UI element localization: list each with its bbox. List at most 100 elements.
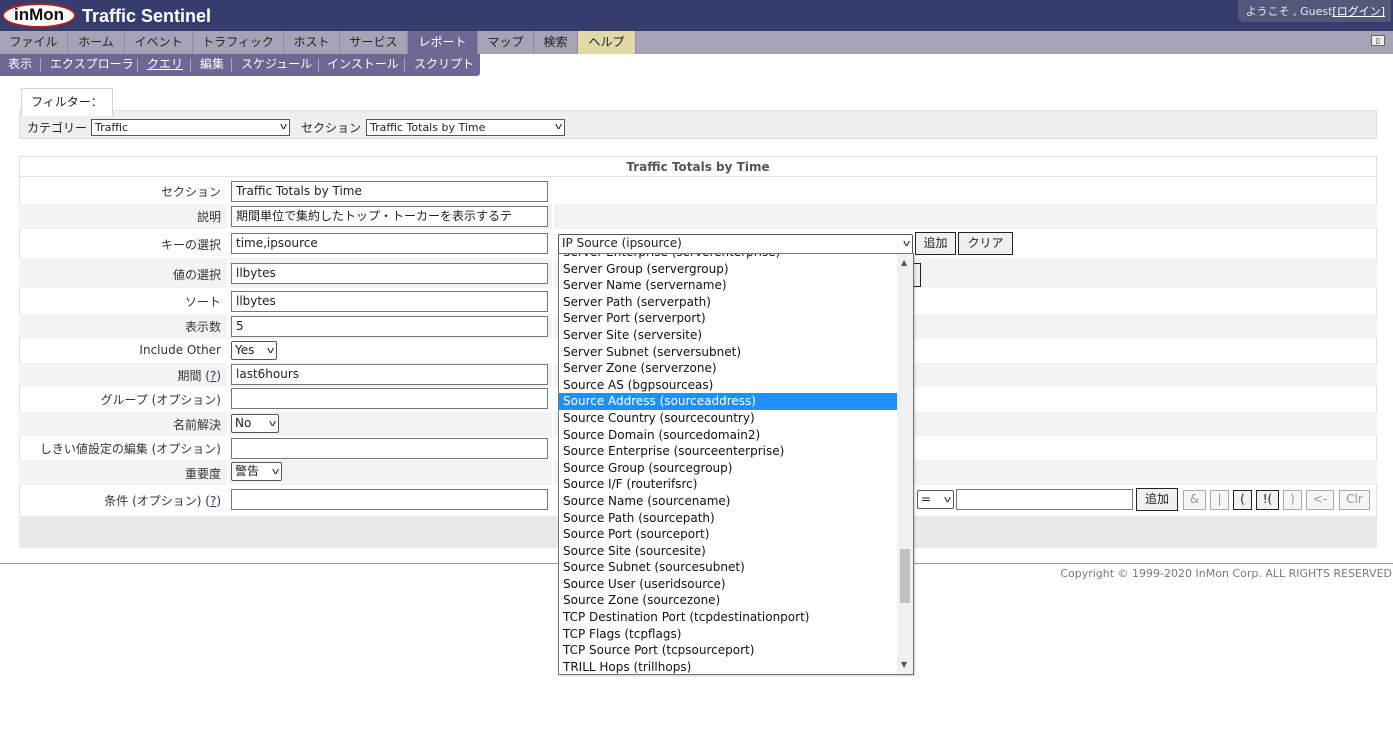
submenu-edit[interactable]: 編集: [200, 57, 224, 72]
separator: [190, 58, 191, 72]
separator: [318, 58, 319, 72]
dropdown-option[interactable]: Source Name (sourcename): [559, 493, 897, 510]
dropdown-option[interactable]: Source AS (bgpsourceas): [559, 377, 897, 394]
menu-home[interactable]: ホーム: [68, 31, 125, 54]
dropdown-option[interactable]: Source User (useridsource): [559, 576, 897, 593]
not-open-paren-button[interactable]: !(: [1256, 490, 1279, 510]
menu-search[interactable]: 検索: [534, 31, 578, 54]
menu-maps[interactable]: マップ: [478, 31, 534, 54]
dropdown-option[interactable]: Server Path (serverpath): [559, 294, 897, 311]
scroll-up-icon[interactable]: ▲: [901, 258, 907, 267]
layout-toggle-icon[interactable]: ▯: [1371, 35, 1385, 46]
category-value: Traffic: [95, 121, 129, 134]
submenu-schedule[interactable]: スケジュール: [241, 57, 312, 72]
group-input[interactable]: [231, 388, 548, 409]
section-select[interactable]: Traffic Totals by Time v: [366, 119, 565, 136]
keys-input[interactable]: time,ipsource: [231, 233, 548, 254]
dropdown-option[interactable]: Server Site (serversite): [559, 327, 897, 344]
section-filter-label: セクション: [301, 121, 362, 135]
add-condition-button[interactable]: 追加: [1136, 488, 1178, 511]
dropdown-option[interactable]: Source Enterprise (sourceenterprise): [559, 443, 897, 460]
dropdown-option[interactable]: Source Site (sourcesite): [559, 543, 897, 560]
dropdown-option[interactable]: Source Group (sourcegroup): [559, 460, 897, 477]
dropdown-option[interactable]: TCP Destination Port (tcpdestinationport…: [559, 609, 897, 626]
welcome-area: ようこそ , Guest[ログイン]: [1237, 0, 1391, 22]
submenu-view[interactable]: 表示: [8, 57, 32, 72]
dropdown-options: Server Enterprise (serverenterprise)Serv…: [559, 254, 897, 674]
separator: [137, 58, 138, 72]
dropdown-option[interactable]: TRILL Hops (trillhops): [559, 659, 897, 674]
count-input[interactable]: 5: [231, 316, 548, 337]
chevron-down-icon: v: [266, 346, 275, 356]
chevron-down-icon: v: [554, 122, 563, 132]
separator: [231, 58, 232, 72]
dropdown-option[interactable]: Source I/F (routerifsrc): [559, 476, 897, 493]
backspace-button[interactable]: <-: [1306, 490, 1334, 510]
column-divider: [552, 178, 554, 515]
key-field-dropdown[interactable]: Server Enterprise (serverenterprise)Serv…: [558, 253, 914, 675]
operator-select[interactable]: = v: [917, 490, 954, 509]
dropdown-option[interactable]: Source Domain (sourcedomain2): [559, 427, 897, 444]
dropdown-option[interactable]: Source Port (sourceport): [559, 526, 897, 543]
separator: [40, 58, 41, 72]
menu-services[interactable]: サービス: [340, 31, 408, 54]
menu-help[interactable]: ヘルプ: [578, 31, 636, 54]
menu-reports[interactable]: レポート: [408, 31, 478, 54]
dropdown-option[interactable]: Source Zone (sourcezone): [559, 592, 897, 609]
chevron-down-icon: v: [271, 467, 280, 477]
open-paren-button[interactable]: (: [1233, 490, 1252, 510]
or-button[interactable]: |: [1210, 490, 1229, 510]
condition-label-text: 条件 (オプション) (: [104, 494, 210, 508]
condition-value-input[interactable]: [956, 489, 1133, 510]
menu-file[interactable]: ファイル: [0, 31, 68, 54]
menu-traffic[interactable]: トラフィック: [193, 31, 284, 54]
dropdown-option[interactable]: Server Port (serverport): [559, 310, 897, 327]
welcome-text: ようこそ , Guest: [1245, 5, 1333, 18]
period-input[interactable]: last6hours: [231, 364, 548, 385]
dropdown-option[interactable]: Server Zone (serverzone): [559, 360, 897, 377]
dropdown-option[interactable]: Server Subnet (serversubnet): [559, 344, 897, 361]
include-other-select[interactable]: Yes v: [231, 341, 277, 360]
close-paren-button[interactable]: ): [1283, 490, 1302, 510]
submenu-script[interactable]: スクリプト: [414, 57, 474, 72]
dropdown-option[interactable]: Source Address (sourceaddress): [559, 393, 897, 410]
dropdown-option[interactable]: Source Path (sourcepath): [559, 510, 897, 527]
description-label: 説明: [196, 210, 221, 224]
dropdown-option[interactable]: Server Name (servername): [559, 277, 897, 294]
dropdown-option[interactable]: Source Country (sourcecountry): [559, 410, 897, 427]
dropdown-option[interactable]: Source Subnet (sourcesubnet): [559, 559, 897, 576]
main-menu: ファイル ホーム イベント トラフィック ホスト サービス レポート マップ 検…: [0, 31, 1393, 54]
scrollbar-thumb[interactable]: [900, 549, 910, 603]
clear-condition-button[interactable]: Clr: [1339, 490, 1370, 510]
dropdown-option[interactable]: Server Group (servergroup): [559, 261, 897, 278]
resolve-value: No: [235, 416, 252, 430]
threshold-input[interactable]: [231, 438, 548, 459]
menu-hosts[interactable]: ホスト: [284, 31, 340, 54]
and-button[interactable]: &: [1183, 490, 1206, 510]
values-input[interactable]: llbytes: [231, 263, 548, 284]
severity-select[interactable]: 警告 v: [231, 462, 282, 481]
dropdown-option[interactable]: TCP Source Port (tcpsourceport): [559, 642, 897, 659]
clear-key-button[interactable]: クリア: [958, 232, 1013, 255]
menu-events[interactable]: イベント: [125, 31, 193, 54]
submenu-explorer[interactable]: エクスプローラ: [50, 57, 134, 72]
submenu-query[interactable]: クエリ: [147, 57, 183, 72]
submenu-install[interactable]: インストール: [327, 57, 399, 72]
dropdown-option[interactable]: Server Enterprise (serverenterprise): [559, 254, 897, 261]
category-select[interactable]: Traffic v: [91, 119, 290, 136]
section-input[interactable]: Traffic Totals by Time: [231, 181, 548, 202]
description-input[interactable]: 期間単位で集約したトップ・トーカーを表示するテ: [231, 206, 548, 227]
sort-label: ソート: [184, 295, 221, 309]
condition-input[interactable]: [231, 489, 548, 510]
add-key-button[interactable]: 追加: [915, 232, 956, 255]
condition-label-close: ): [216, 494, 221, 508]
login-link[interactable]: [ログイン]: [1332, 5, 1385, 18]
dropdown-scrollbar[interactable]: ▲ ▼: [897, 254, 913, 674]
key-field-select[interactable]: IP Source (ipsource) v: [558, 234, 913, 254]
severity-value: 警告: [235, 464, 260, 478]
resolve-select[interactable]: No v: [231, 414, 279, 433]
dropdown-option[interactable]: TCP Flags (tcpflags): [559, 626, 897, 643]
sort-input[interactable]: llbytes: [231, 291, 548, 312]
scroll-down-icon[interactable]: ▼: [901, 660, 907, 669]
inmon-logo: inMon: [2, 3, 76, 28]
